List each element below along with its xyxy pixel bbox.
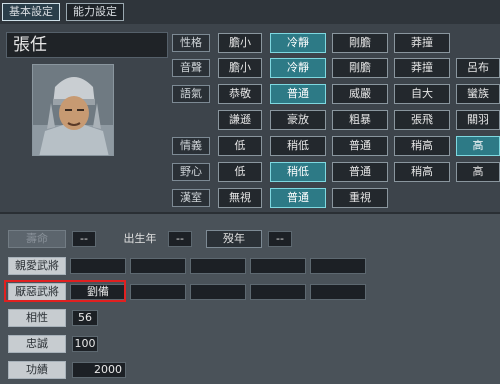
compatibility-button[interactable]: 相性	[8, 309, 66, 327]
option-voice-1[interactable]: 冷靜	[270, 58, 326, 78]
label-voice: 音聲	[172, 59, 210, 77]
birth-year-value: --	[168, 231, 192, 247]
favorite-officer-slot-4[interactable]	[250, 258, 306, 274]
option-han-1[interactable]: 普通	[270, 188, 326, 208]
highlight-box	[4, 280, 126, 302]
option-tone-2[interactable]: 威嚴	[332, 84, 388, 104]
hated-officer-slot-5[interactable]	[310, 284, 366, 300]
lifespan-value: --	[72, 231, 96, 247]
option-tone-3[interactable]: 自大	[394, 84, 450, 104]
option-ambition-4[interactable]: 高	[456, 162, 500, 182]
option-righteousness-1[interactable]: 稍低	[270, 136, 326, 156]
option-personality-0[interactable]: 膽小	[218, 33, 262, 53]
option-tone-7[interactable]: 粗暴	[332, 110, 388, 130]
option-voice-4[interactable]: 呂布	[456, 58, 500, 78]
option-voice-3[interactable]: 莽撞	[394, 58, 450, 78]
hated-officer-slot-3[interactable]	[190, 284, 246, 300]
favorite-officer-slot-3[interactable]	[190, 258, 246, 274]
compatibility-value: 56	[72, 310, 98, 326]
option-righteousness-4[interactable]: 高	[456, 136, 500, 156]
label-tone: 語氣	[172, 85, 210, 103]
merit-button[interactable]: 功績	[8, 361, 66, 379]
tab-ability-settings[interactable]: 能力設定	[66, 3, 124, 21]
label-ambition: 野心	[172, 163, 210, 181]
portrait-image	[33, 65, 113, 155]
death-year-button[interactable]: 歿年	[206, 230, 262, 248]
loyalty-button[interactable]: 忠誠	[8, 335, 66, 353]
option-righteousness-2[interactable]: 普通	[332, 136, 388, 156]
label-han-dynasty: 漢室	[172, 189, 210, 207]
tab-basic-settings[interactable]: 基本設定	[2, 3, 60, 21]
favorite-officer-slot-1[interactable]	[70, 258, 126, 274]
hated-officer-slot-4[interactable]	[250, 284, 306, 300]
merit-value: 2000	[72, 362, 126, 378]
option-voice-2[interactable]: 剛膽	[332, 58, 388, 78]
option-tone-5[interactable]: 謙遜	[218, 110, 262, 130]
hated-officer-slot-2[interactable]	[130, 284, 186, 300]
option-tone-8[interactable]: 張飛	[394, 110, 450, 130]
option-righteousness-3[interactable]: 稍高	[394, 136, 450, 156]
option-voice-0[interactable]: 膽小	[218, 58, 262, 78]
option-ambition-0[interactable]: 低	[218, 162, 262, 182]
officer-name: 張任	[6, 32, 168, 58]
option-personality-2[interactable]: 剛膽	[332, 33, 388, 53]
label-personality: 性格	[172, 34, 210, 52]
option-han-0[interactable]: 無視	[218, 188, 262, 208]
option-ambition-3[interactable]: 稍高	[394, 162, 450, 182]
loyalty-value: 100	[72, 336, 98, 352]
option-ambition-2[interactable]: 普通	[332, 162, 388, 182]
option-han-2[interactable]: 重視	[332, 188, 388, 208]
label-righteousness: 情義	[172, 137, 210, 155]
option-tone-9[interactable]: 關羽	[456, 110, 500, 130]
lifespan-button[interactable]: 壽命	[8, 230, 66, 248]
officer-portrait	[32, 64, 114, 156]
option-righteousness-0[interactable]: 低	[218, 136, 262, 156]
death-year-value: --	[268, 231, 292, 247]
option-tone-0[interactable]: 恭敬	[218, 84, 262, 104]
option-personality-1[interactable]: 冷靜	[270, 33, 326, 53]
option-tone-4[interactable]: 蠻族	[456, 84, 500, 104]
birth-year-label: 出生年	[123, 232, 157, 245]
option-personality-3[interactable]: 莽撞	[394, 33, 450, 53]
favorite-officer-slot-5[interactable]	[310, 258, 366, 274]
option-tone-6[interactable]: 豪放	[270, 110, 326, 130]
favorite-officer-slot-2[interactable]	[130, 258, 186, 274]
option-tone-1[interactable]: 普通	[270, 84, 326, 104]
option-ambition-1[interactable]: 稍低	[270, 162, 326, 182]
favorite-officers-button[interactable]: 親愛武將	[8, 257, 66, 275]
